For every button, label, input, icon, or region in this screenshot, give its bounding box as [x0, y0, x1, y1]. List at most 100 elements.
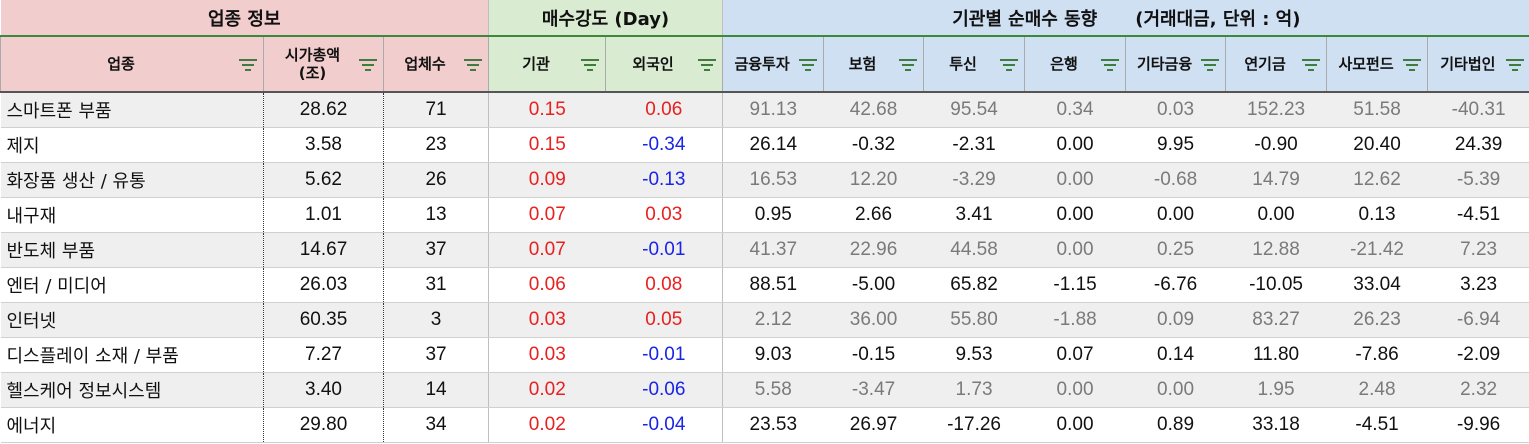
- filter-icon[interactable]: [464, 59, 483, 71]
- cell-market-cap[interactable]: 3.40: [263, 372, 384, 408]
- cell-insurance[interactable]: 26.97: [823, 407, 924, 443]
- cell-trust[interactable]: 95.54: [923, 92, 1025, 128]
- cell-pension[interactable]: 14.79: [1225, 162, 1327, 198]
- cell-private-fund[interactable]: 0.13: [1326, 197, 1428, 233]
- cell-trust[interactable]: -17.26: [923, 407, 1025, 443]
- cell-inst[interactable]: 0.09: [488, 162, 606, 198]
- cell-trust[interactable]: 1.73: [923, 372, 1025, 408]
- filter-icon[interactable]: [1101, 59, 1120, 71]
- cell-pension[interactable]: 83.27: [1225, 302, 1327, 338]
- filter-icon[interactable]: [1000, 59, 1019, 71]
- cell-foreign[interactable]: -0.04: [605, 407, 723, 443]
- cell-company-count[interactable]: 34: [383, 407, 490, 443]
- cell-company-count[interactable]: 37: [383, 232, 490, 268]
- cell-private-fund[interactable]: 20.40: [1326, 127, 1428, 163]
- cell-company-count[interactable]: 23: [383, 127, 490, 163]
- cell-foreign[interactable]: -0.34: [605, 127, 723, 163]
- cell-other-corp[interactable]: -40.31: [1427, 92, 1529, 128]
- col-insurance[interactable]: 보험: [823, 35, 924, 93]
- cell-bank[interactable]: -1.88: [1024, 302, 1126, 338]
- filter-icon[interactable]: [698, 59, 717, 71]
- col-other-fin[interactable]: 기타금융: [1125, 35, 1226, 93]
- cell-inst[interactable]: 0.02: [488, 407, 606, 443]
- cell-fin-invest[interactable]: 91.13: [722, 92, 824, 128]
- cell-foreign[interactable]: 0.08: [605, 267, 723, 303]
- cell-other-fin[interactable]: 0.09: [1125, 302, 1226, 338]
- cell-pension[interactable]: 1.95: [1225, 372, 1327, 408]
- cell-bank[interactable]: 0.00: [1024, 197, 1126, 233]
- col-industry[interactable]: 업종: [0, 35, 264, 93]
- table-row[interactable]: 스마트폰 부품 28.62 71 0.15 0.06 91.13 42.68 95.54 0.3…: [0, 92, 1529, 128]
- cell-market-cap[interactable]: 5.62: [263, 162, 384, 198]
- cell-industry[interactable]: 디스플레이 소재 / 부품: [0, 337, 264, 373]
- cell-foreign[interactable]: 0.05: [605, 302, 723, 338]
- cell-company-count[interactable]: 26: [383, 162, 490, 198]
- cell-pension[interactable]: 152.23: [1225, 92, 1327, 128]
- cell-other-fin[interactable]: 0.89: [1125, 407, 1226, 443]
- cell-trust[interactable]: 3.41: [923, 197, 1025, 233]
- cell-company-count[interactable]: 37: [383, 337, 490, 373]
- cell-pension[interactable]: 11.80: [1225, 337, 1327, 373]
- col-other-corp[interactable]: 기타법인: [1427, 35, 1529, 93]
- cell-other-fin[interactable]: 0.14: [1125, 337, 1226, 373]
- cell-fin-invest[interactable]: 0.95: [722, 197, 824, 233]
- cell-private-fund[interactable]: 26.23: [1326, 302, 1428, 338]
- cell-market-cap[interactable]: 3.58: [263, 127, 384, 163]
- cell-inst[interactable]: 0.15: [488, 127, 606, 163]
- cell-inst[interactable]: 0.06: [488, 267, 606, 303]
- cell-insurance[interactable]: -0.15: [823, 337, 924, 373]
- cell-other-fin[interactable]: -6.76: [1125, 267, 1226, 303]
- cell-company-count[interactable]: 13: [383, 197, 490, 233]
- filter-icon[interactable]: [899, 59, 918, 71]
- cell-private-fund[interactable]: -21.42: [1326, 232, 1428, 268]
- cell-market-cap[interactable]: 1.01: [263, 197, 384, 233]
- table-row[interactable]: 반도체 부품 14.67 37 0.07 -0.01 41.37 22.96 44.58 0.0…: [0, 232, 1529, 268]
- col-fin-invest[interactable]: 금융투자: [722, 35, 824, 93]
- cell-private-fund[interactable]: 51.58: [1326, 92, 1428, 128]
- cell-company-count[interactable]: 3: [383, 302, 490, 338]
- filter-icon[interactable]: [1201, 59, 1220, 71]
- cell-bank[interactable]: -1.15: [1024, 267, 1126, 303]
- filter-icon[interactable]: [239, 59, 257, 71]
- table-row[interactable]: 제지 3.58 23 0.15 -0.34 26.14 -0.32 -2.31 0.00 9.95…: [0, 127, 1529, 163]
- cell-other-fin[interactable]: 0.03: [1125, 92, 1226, 128]
- cell-other-corp[interactable]: -6.94: [1427, 302, 1529, 338]
- cell-inst[interactable]: 0.07: [488, 197, 606, 233]
- cell-trust[interactable]: 55.80: [923, 302, 1025, 338]
- filter-icon[interactable]: [1302, 59, 1321, 71]
- cell-fin-invest[interactable]: 5.58: [722, 372, 824, 408]
- cell-company-count[interactable]: 31: [383, 267, 490, 303]
- cell-industry[interactable]: 반도체 부품: [0, 232, 264, 268]
- cell-trust[interactable]: 44.58: [923, 232, 1025, 268]
- cell-insurance[interactable]: 42.68: [823, 92, 924, 128]
- cell-foreign[interactable]: 0.06: [605, 92, 723, 128]
- cell-other-corp[interactable]: 7.23: [1427, 232, 1529, 268]
- cell-bank[interactable]: 0.00: [1024, 232, 1126, 268]
- cell-insurance[interactable]: 12.20: [823, 162, 924, 198]
- cell-industry[interactable]: 스마트폰 부품: [0, 92, 264, 128]
- cell-pension[interactable]: -10.05: [1225, 267, 1327, 303]
- cell-foreign[interactable]: -0.06: [605, 372, 723, 408]
- col-bank[interactable]: 은행: [1024, 35, 1126, 93]
- table-row[interactable]: 에너지 29.80 34 0.02 -0.04 23.53 26.97 -17.26 0.00 0…: [0, 407, 1529, 443]
- cell-trust[interactable]: -2.31: [923, 127, 1025, 163]
- filter-icon[interactable]: [1403, 59, 1422, 71]
- col-market-cap[interactable]: 시가총액 (조): [263, 35, 384, 93]
- col-company-count[interactable]: 업체수: [382, 35, 489, 93]
- cell-fin-invest[interactable]: 2.12: [722, 302, 824, 338]
- cell-market-cap[interactable]: 60.35: [263, 302, 384, 338]
- cell-inst[interactable]: 0.02: [488, 372, 606, 408]
- filter-icon[interactable]: [359, 59, 377, 71]
- cell-other-fin[interactable]: 0.00: [1125, 197, 1226, 233]
- cell-foreign[interactable]: -0.13: [605, 162, 723, 198]
- cell-insurance[interactable]: -3.47: [823, 372, 924, 408]
- cell-private-fund[interactable]: 33.04: [1326, 267, 1428, 303]
- cell-fin-invest[interactable]: 26.14: [722, 127, 824, 163]
- cell-inst[interactable]: 0.03: [488, 337, 606, 373]
- cell-insurance[interactable]: 2.66: [823, 197, 924, 233]
- table-row[interactable]: 내구재 1.01 13 0.07 0.03 0.95 2.66 3.41 0.00 0.00 0.0…: [0, 197, 1529, 233]
- table-row[interactable]: 화장품 생산 / 유통 5.62 26 0.09 -0.13 16.53 12.20 -3.2…: [0, 162, 1529, 198]
- table-row[interactable]: 디스플레이 소재 / 부품 7.27 37 0.03 -0.01 9.03 -0.15 9.5…: [0, 337, 1529, 373]
- table-row[interactable]: 인터넷 60.35 3 0.03 0.05 2.12 36.00 55.80 -1.88 0.09…: [0, 302, 1529, 338]
- cell-industry[interactable]: 에너지: [0, 407, 264, 443]
